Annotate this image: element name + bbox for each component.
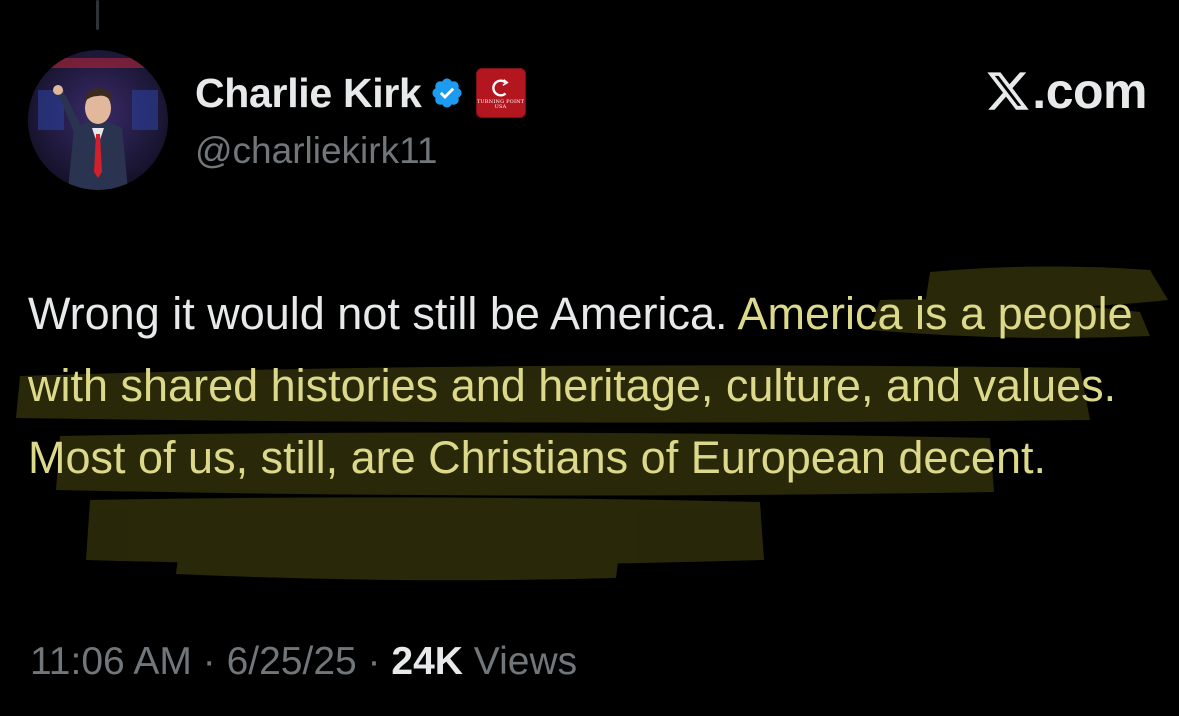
- x-logo-icon: [985, 68, 1031, 114]
- verified-badge-icon[interactable]: [430, 76, 464, 110]
- avatar[interactable]: [28, 50, 168, 190]
- tweet-text-plain: Wrong it would not still be America.: [28, 288, 738, 339]
- affiliate-badge-text: TURNING POINT USA: [476, 98, 525, 110]
- author-name-row: Charlie Kirk TURNING POINT USA: [195, 64, 526, 122]
- meta-separator: ·: [202, 640, 216, 683]
- tweet-metadata: 11:06 AM · 6/25/25 · 24K Views: [30, 640, 577, 684]
- views-label: Views: [473, 640, 578, 683]
- turning-point-usa-logo[interactable]: TURNING POINT USA: [475, 68, 526, 118]
- tweet-body: Wrong it would not still be America. Ame…: [28, 278, 1158, 494]
- thread-connector-line: [96, 0, 99, 30]
- brand-domain-text: .com: [1032, 63, 1147, 119]
- tweet-time[interactable]: 11:06 AM: [30, 640, 192, 683]
- x-com-watermark: .com: [985, 62, 1147, 120]
- author-handle[interactable]: @charliekirk11: [195, 130, 438, 172]
- tweet-date[interactable]: 6/25/25: [227, 640, 357, 683]
- views-count[interactable]: 24K: [391, 640, 463, 683]
- author-display-name[interactable]: Charlie Kirk: [195, 70, 422, 117]
- meta-separator: ·: [367, 640, 381, 683]
- turning-point-arc-icon: [491, 78, 509, 96]
